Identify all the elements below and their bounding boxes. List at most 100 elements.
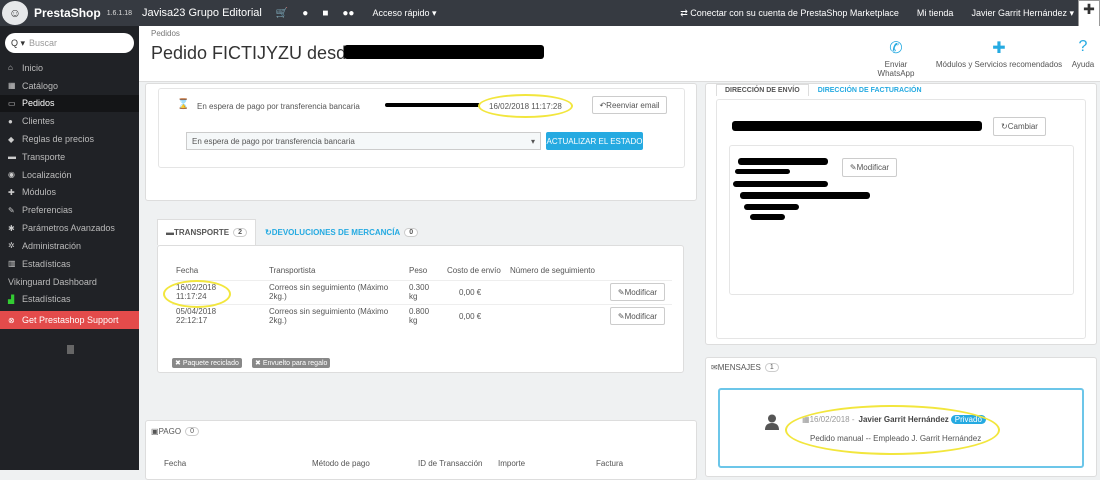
modify-button[interactable]: ✎ Modificar (610, 307, 665, 326)
resend-email-button[interactable]: ↶ Reenviar email (592, 96, 667, 114)
modify-address-label: Modificar (856, 163, 890, 172)
help-icon: ? (1078, 38, 1088, 55)
sidebar-item-localizacion[interactable]: ◉ Localización (0, 166, 139, 184)
version: 1.6.1.18 (106, 9, 132, 17)
message-icon[interactable]: ■ (322, 8, 328, 19)
sidebar-item-reglas[interactable]: ◆ Reglas de precios (0, 130, 139, 148)
whatsapp-icon: ✆ (889, 40, 903, 57)
envelope-icon: ✉ (711, 363, 718, 372)
payment-col-method: Método de pago (312, 459, 370, 468)
sidebar-item-administracion[interactable]: ✲ Administración (0, 237, 139, 255)
sidebar-scrollbar[interactable] (67, 345, 74, 354)
status-panel: ⌛ En espera de pago por transferencia ba… (145, 83, 697, 201)
cell-carrier: Correos sin seguimiento (Máximo 2kg.) (265, 303, 405, 328)
sidebar-item-label: Estadísticas (22, 258, 71, 269)
modify-label: Modificar (624, 287, 658, 297)
row-date: 05/04/2018 (176, 307, 217, 317)
truck-icon: ▬ (8, 152, 16, 162)
resend-label: Reenviar email (606, 100, 660, 110)
search-input[interactable]: Q ▾ Buscar (5, 33, 134, 53)
row-weight-unit: kg (409, 292, 418, 301)
cell-weight: 0.300 kg (405, 279, 443, 304)
shop-name[interactable]: Javisa23 Grupo Editorial (142, 7, 262, 19)
sidebar-item-preferencias[interactable]: ✎ Preferencias (0, 201, 139, 219)
update-status-button[interactable]: ACTUALIZAR EL ESTADO (546, 132, 643, 150)
user-icon[interactable]: ● (302, 8, 308, 19)
row-carrier: Correos sin seguimiento (Máximo (269, 283, 389, 292)
sidebar-item-vikinguard[interactable]: Vikinguard Dashboard (0, 273, 139, 291)
modify-address-button[interactable]: ✎ Modificar (842, 158, 897, 177)
sidebar-item-label: Reglas de precios (22, 134, 95, 145)
pencil-icon: ✎ (617, 311, 625, 321)
messages-count: 1 (764, 363, 779, 372)
group-icon[interactable]: ●● (342, 8, 354, 19)
sidebar-item-modulos[interactable]: ✚ Módulos (0, 184, 139, 202)
home-icon: ⌂ (8, 63, 13, 73)
transport-count: 2 (233, 228, 248, 237)
reply-icon: ↶ (599, 100, 607, 110)
payment-col-transaction: ID de Transacción (418, 459, 483, 468)
tab-shipping-address-label: DIRECCIÓN DE ENVÍO (725, 87, 800, 94)
sidebar-item-label: Transporte (22, 151, 66, 162)
sidebar-item-transporte[interactable]: ▬ Transporte (0, 148, 139, 166)
top-bar: ☺ PrestaShop 1.6.1.18 Javisa23 Grupo Edi… (0, 0, 1100, 26)
puzzle-icon: ✚ (8, 187, 15, 197)
messages-title-label: MENSAJES (717, 363, 761, 372)
help-button[interactable]: ? Ayuda (1069, 38, 1097, 69)
col-actions (606, 262, 672, 280)
sidebar-item-parametros[interactable]: ✱ Parámetros Avanzados (0, 219, 139, 237)
close-icon: ✖ (255, 360, 263, 367)
redaction (385, 103, 480, 107)
sidebar-item-inicio[interactable]: ⌂ Inicio (0, 59, 139, 77)
cell-cost: 0,00 € (443, 303, 506, 328)
quick-access-menu[interactable]: Acceso rápido ▾ (372, 8, 436, 19)
search-icon: Q ▾ (11, 37, 26, 48)
table-header: Fecha Transportista Peso Costo de envío … (172, 262, 672, 280)
user-menu[interactable]: Javier Garrit Hernández ▾ (971, 8, 1074, 19)
puzzle-icon: ✚ (992, 40, 1006, 57)
sidebar-item-label: Parámetros Avanzados (22, 223, 115, 234)
sidebar-item-label: Vikinguard Dashboard (8, 276, 97, 287)
page-title: Pedido FICTIJYZU desde (151, 43, 357, 63)
status-inner: ⌛ En espera de pago por transferencia ba… (158, 88, 685, 168)
prestashop-logo-icon[interactable]: ☺ (2, 1, 28, 25)
messages-title: ✉ MENSAJES 1 (711, 363, 779, 372)
link-icon: ⇄ (680, 7, 691, 18)
marketplace-link[interactable]: ⇄ Conectar con su cuenta de PrestaShop M… (680, 8, 899, 19)
tag-gift[interactable]: ✖ Envuelto para regalo (252, 358, 331, 368)
tab-transport-label: TRANSPORTE (174, 228, 230, 237)
tab-transport[interactable]: ▬ TRANSPORTE 2 (157, 219, 257, 245)
tab-returns[interactable]: ↻ DEVOLUCIONES DE MERCANCÍA 0 (256, 219, 427, 245)
modules-label: Módulos y Servicios recomendados (935, 60, 1063, 69)
graph-icon: ▟ (8, 294, 15, 304)
modify-button[interactable]: ✎ Modificar (610, 283, 665, 301)
gear-icon: ✲ (8, 241, 15, 251)
sidebar-item-pedidos[interactable]: ▭ Pedidos (0, 94, 139, 113)
status-select[interactable]: En espera de pago por transferencia banc… (186, 132, 541, 150)
sidebar-item-support[interactable]: ⊗ Get Prestashop Support (0, 311, 139, 330)
whatsapp-button[interactable]: ✆ Enviar WhatsApp (866, 38, 926, 78)
redaction (738, 158, 828, 165)
cart-icon[interactable]: 🛒 (276, 8, 288, 19)
breadcrumb[interactable]: Pedidos (151, 29, 180, 38)
modify-label: Modificar (624, 311, 658, 321)
change-address-button[interactable]: ↻ Cambiar (993, 117, 1046, 136)
tab-billing-address[interactable]: DIRECCIÓN DE FACTURACIÓN (809, 84, 931, 96)
my-shop-link[interactable]: Mi tienda (917, 8, 954, 18)
col-carrier: Transportista (269, 266, 316, 276)
sidebar-item-clientes[interactable]: ● Clientes (0, 112, 139, 130)
modules-button[interactable]: ✚ Módulos y Servicios recomendados (934, 38, 1064, 69)
payment-count: 0 (185, 427, 199, 436)
tab-shipping-address[interactable]: DIRECCIÓN DE ENVÍO (716, 84, 809, 96)
sidebar-item-catalogo[interactable]: ▦ Catálogo (0, 77, 139, 95)
sidebar-item-estadisticas[interactable]: ▥ Estadísticas (0, 255, 139, 273)
redaction (744, 204, 799, 210)
tag-recycled[interactable]: ✖ Paquete reciclado (172, 358, 242, 368)
cell-action: ✎ Modificar (606, 279, 672, 304)
sidebar-item-estadisticas-2[interactable]: ▟ Estadísticas (0, 291, 139, 309)
sidebar-item-label: Localización (22, 169, 72, 180)
sidebar-item-label: Get Prestashop Support (22, 315, 119, 326)
sidebar-item-label: Administración (22, 240, 82, 251)
wrench-icon: ✎ (8, 205, 15, 215)
sidebar-item-label: Inicio (22, 62, 44, 73)
